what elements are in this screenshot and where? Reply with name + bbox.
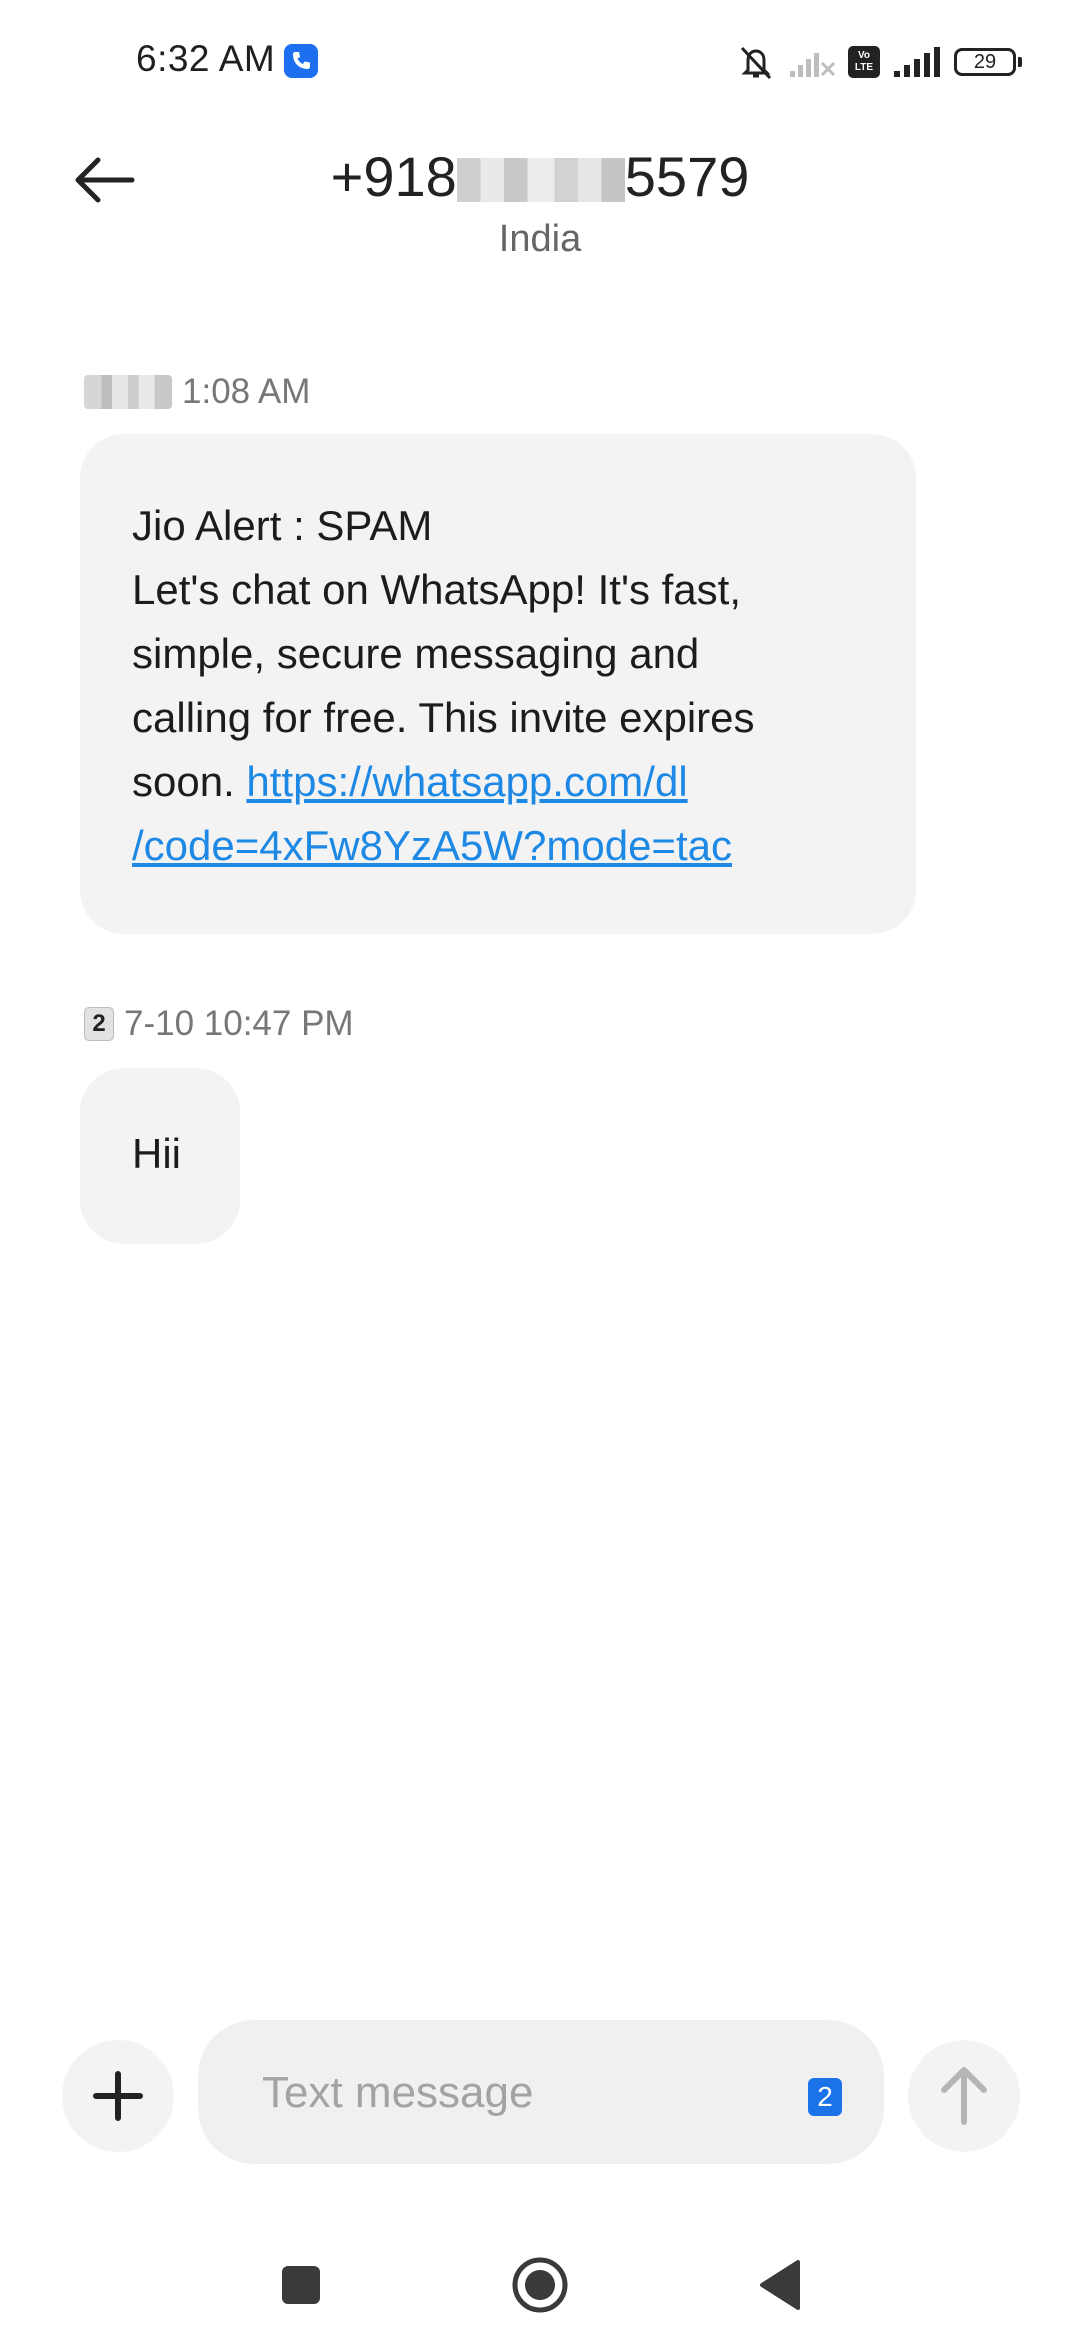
status-icons: Vo LTE 29 xyxy=(736,40,1022,84)
battery-level: 29 xyxy=(973,51,997,73)
message-timestamp: 1:08 AM xyxy=(182,372,311,411)
nav-back-button[interactable] xyxy=(740,2250,820,2320)
conversation-header: +918 5579 India xyxy=(0,120,1080,280)
send-button[interactable] xyxy=(908,2040,1020,2152)
message-composer: 2 xyxy=(198,2020,884,2164)
arrow-up-icon xyxy=(941,2067,987,2125)
message-bubble[interactable]: Hii xyxy=(80,1068,240,1244)
message-line: Let's chat on WhatsApp! It's fast, xyxy=(132,566,741,613)
message-line: simple, secure messaging and xyxy=(132,630,700,677)
contact-number[interactable]: +918 5579 xyxy=(0,144,1080,209)
recents-button[interactable] xyxy=(260,2250,340,2320)
message-line: Jio Alert : SPAM xyxy=(132,502,433,549)
sim-indicator-redacted xyxy=(84,375,172,409)
home-button[interactable] xyxy=(500,2250,580,2320)
signal-no-service-icon xyxy=(790,53,836,77)
message-text: soon. xyxy=(132,758,247,805)
signal-icon xyxy=(894,47,940,77)
call-app-icon xyxy=(284,44,318,78)
status-time: 6:32 AM xyxy=(136,38,276,79)
message-line: calling for free. This invite expires xyxy=(132,694,755,741)
sim-indicator: 2 xyxy=(84,1007,114,1041)
message-line: /code=4xFw8YzA5W?mode=tac xyxy=(132,814,864,878)
bell-muted-icon xyxy=(740,46,772,80)
home-circle-icon xyxy=(512,2257,568,2313)
message-timestamp-row: 2 7-10 10:47 PM xyxy=(84,1004,354,1044)
volte-icon: Vo LTE xyxy=(848,46,880,78)
contact-number-prefix: +918 xyxy=(330,145,457,208)
redacted-digits xyxy=(456,158,625,202)
attach-button[interactable] xyxy=(62,2040,174,2152)
message-timestamp-row: 1:08 AM xyxy=(84,372,310,412)
battery-icon: 29 xyxy=(954,48,1022,76)
contact-country: India xyxy=(498,218,582,260)
message-line: soon. https://whatsapp.com/dl xyxy=(132,750,864,814)
message-bubble[interactable]: Jio Alert : SPAM Let's chat on WhatsApp!… xyxy=(80,434,916,934)
recents-square-icon xyxy=(282,2266,320,2304)
message-text: Hii xyxy=(132,1130,181,1177)
back-triangle-icon xyxy=(760,2260,800,2310)
contact-number-suffix: 5579 xyxy=(624,145,750,208)
whatsapp-link-part2[interactable]: /code=4xFw8YzA5W?mode=tac xyxy=(132,822,732,869)
system-nav-bar xyxy=(0,2230,1080,2340)
volte-label-top: Vo xyxy=(857,50,871,61)
message-timestamp: 7-10 10:47 PM xyxy=(124,1004,354,1043)
sim-select-button[interactable]: 2 xyxy=(808,2078,842,2116)
volte-label-bottom: LTE xyxy=(854,62,874,73)
message-input[interactable] xyxy=(260,2060,784,2126)
status-bar: 6:32 AM Vo LTE 29 xyxy=(0,0,1080,120)
whatsapp-link-part1[interactable]: https://whatsapp.com/dl xyxy=(246,758,687,805)
plus-icon xyxy=(93,2071,143,2121)
